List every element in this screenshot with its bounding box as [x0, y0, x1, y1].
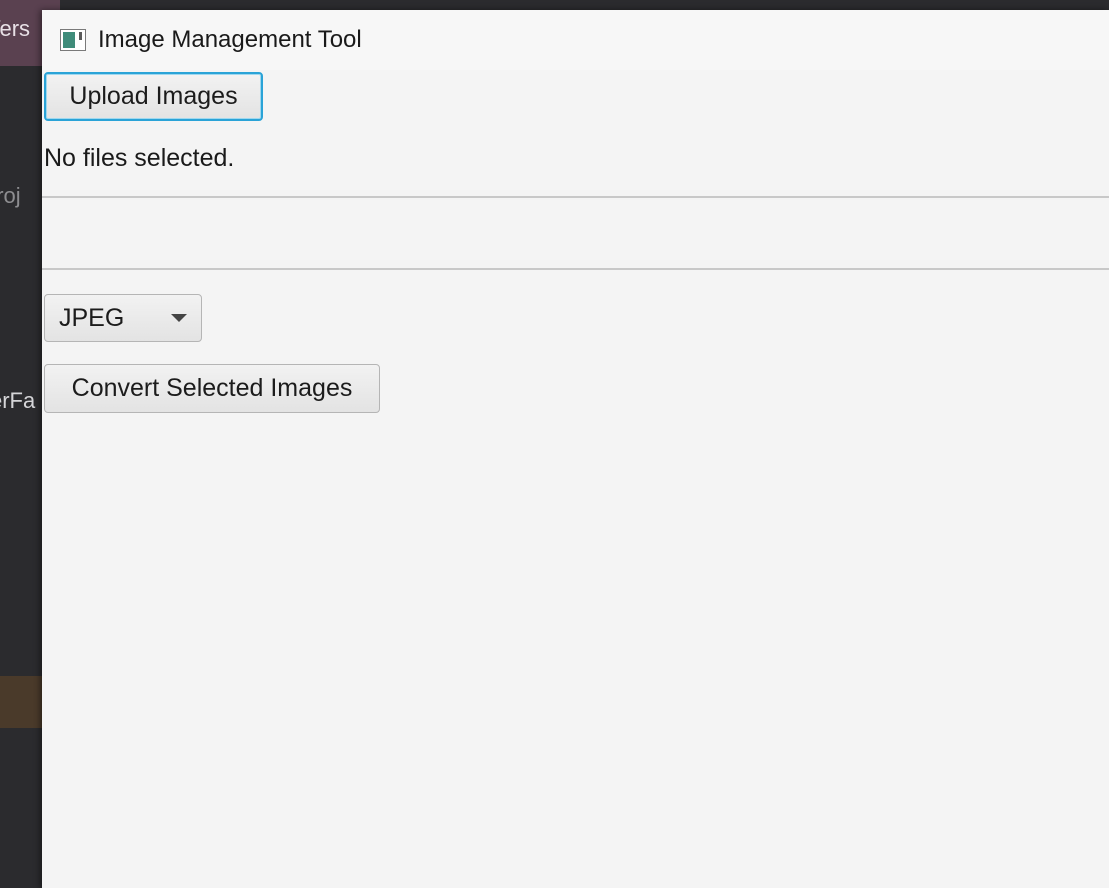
image-file-list[interactable] — [42, 196, 1109, 270]
file-status-label: No files selected. — [44, 144, 235, 172]
output-format-select[interactable]: JPEG — [44, 294, 202, 342]
convert-selected-images-button[interactable]: Convert Selected Images — [44, 364, 380, 413]
format-select-value: JPEG — [59, 303, 125, 332]
upload-images-button[interactable]: Upload Images — [44, 72, 263, 121]
background-text-fragment: erFa — [0, 388, 36, 413]
chevron-down-icon — [171, 314, 187, 322]
app-window: Image Management Tool Upload Images No f… — [42, 10, 1109, 888]
background-text-fragment: Vers — [0, 16, 31, 41]
window-title: Image Management Tool — [98, 26, 362, 53]
window-titlebar[interactable]: Image Management Tool — [42, 10, 1109, 70]
app-window-icon — [60, 29, 86, 51]
background-text-fragment: proj — [0, 183, 21, 208]
